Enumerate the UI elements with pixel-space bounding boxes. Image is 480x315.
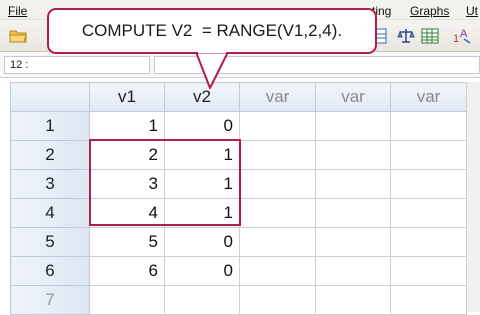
callout-tail-cover bbox=[198, 50, 226, 54]
